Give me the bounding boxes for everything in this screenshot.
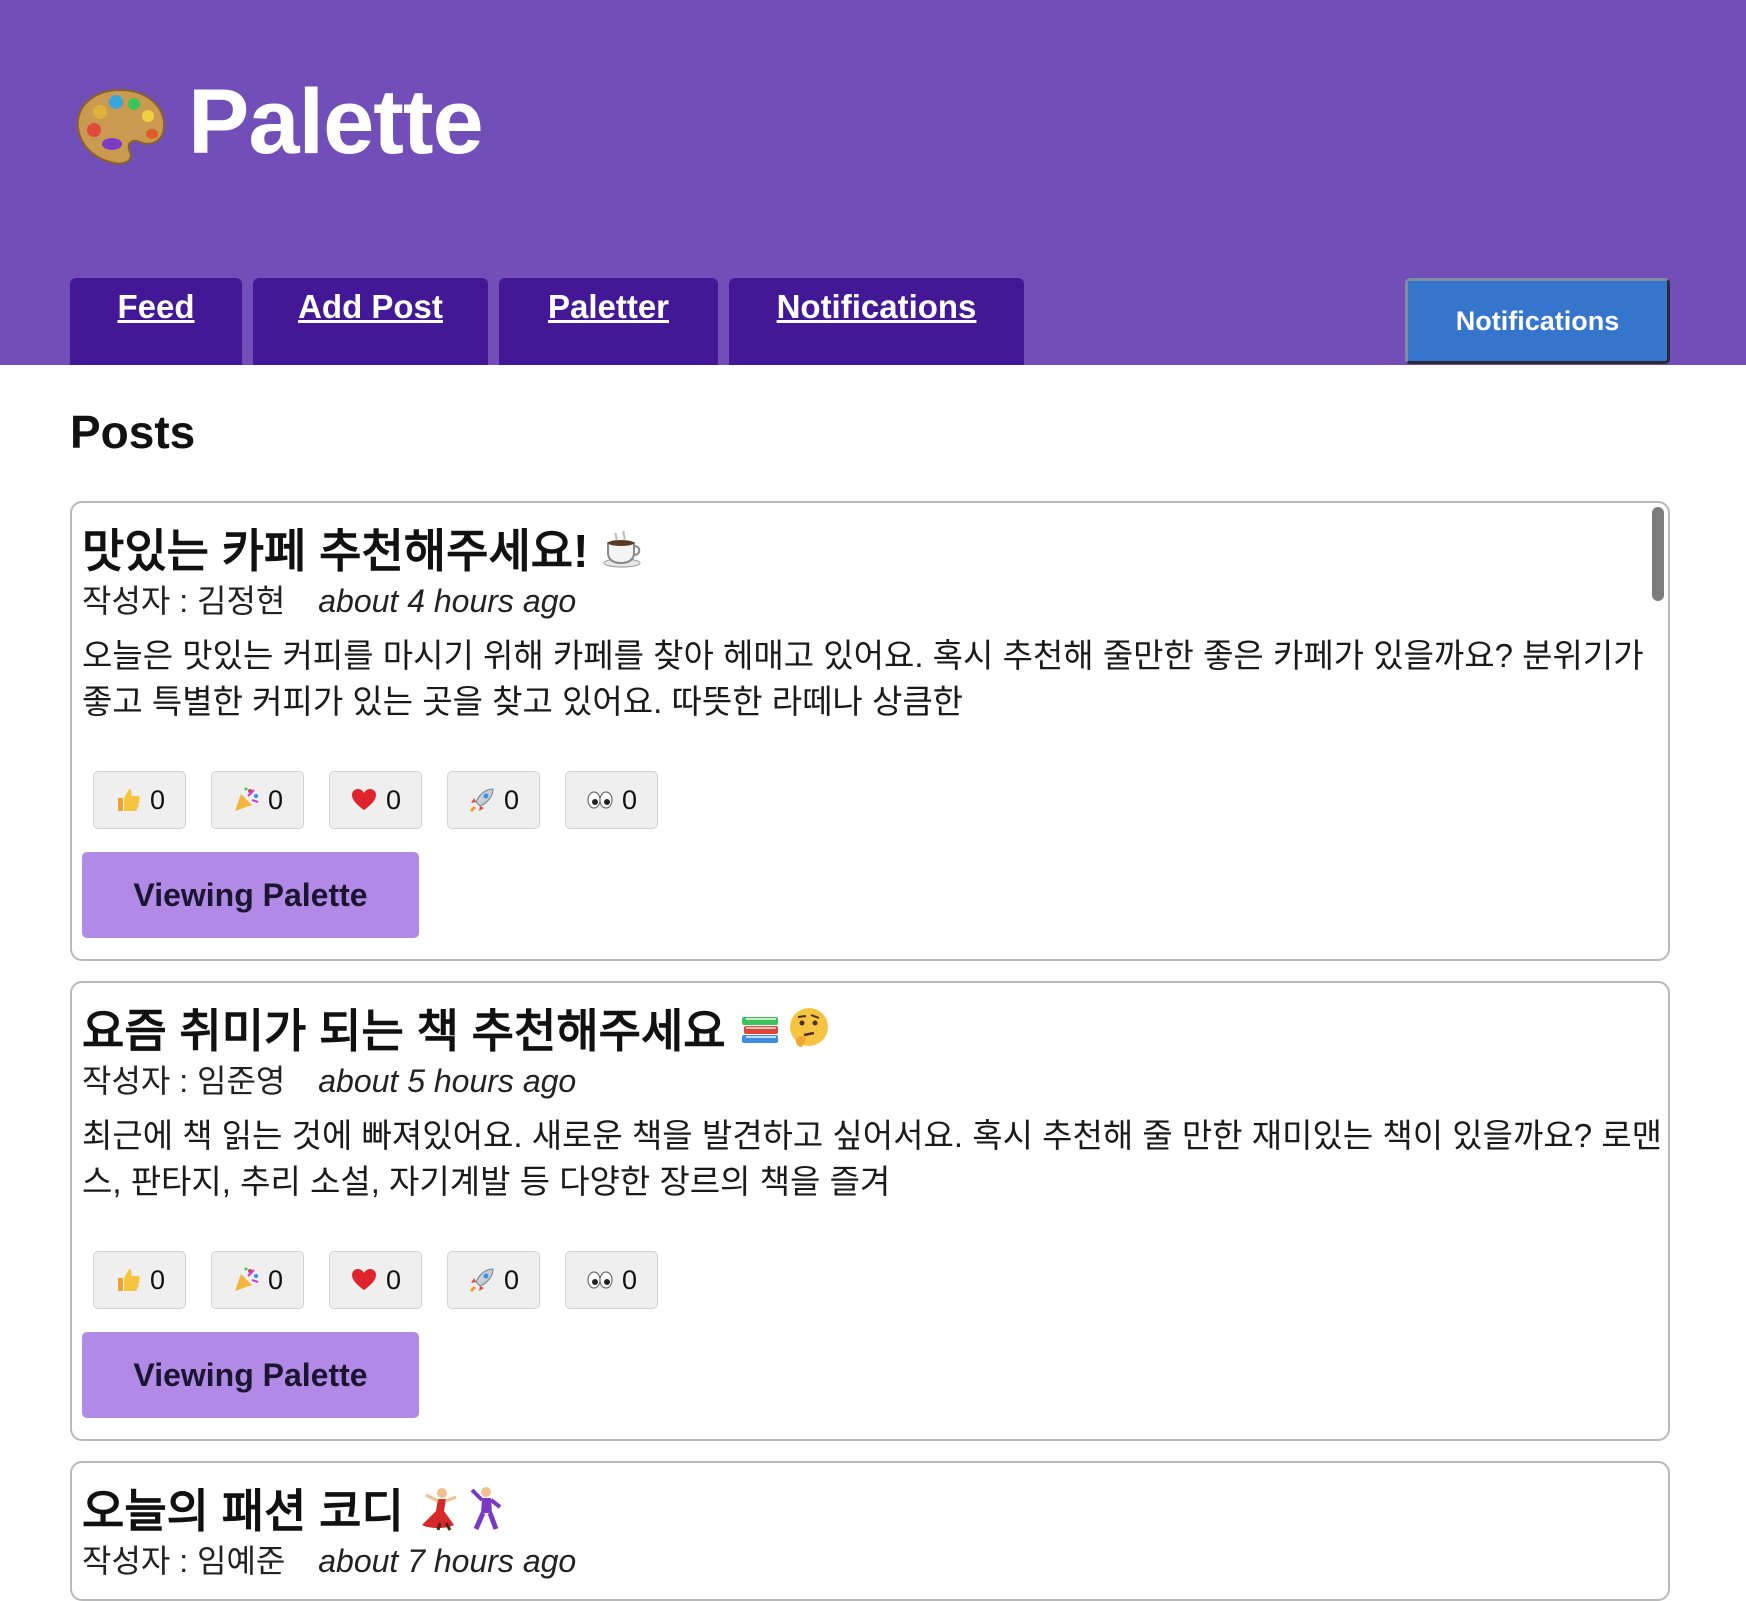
author-prefix: 작성자 : bbox=[82, 1063, 197, 1099]
reaction-count: 0 bbox=[149, 784, 166, 815]
tab-paletter[interactable]: Paletter bbox=[499, 278, 718, 365]
reaction-rocket[interactable]: 0 bbox=[447, 1251, 540, 1309]
author-name: 임준영 bbox=[197, 1063, 286, 1099]
reaction-eyes[interactable]: 0 bbox=[565, 771, 658, 829]
post-title-text: 맛있는 카페 추천해주세요! bbox=[82, 525, 589, 577]
reaction-count: 0 bbox=[385, 1264, 402, 1295]
reaction-count: 0 bbox=[149, 1264, 166, 1295]
man-dancing-icon bbox=[464, 1485, 510, 1531]
rocket-icon bbox=[469, 788, 494, 813]
reaction-eyes[interactable]: 0 bbox=[565, 1251, 658, 1309]
scrollbar[interactable] bbox=[1652, 507, 1664, 601]
palette-icon bbox=[76, 88, 166, 165]
author-name: 김정현 bbox=[197, 583, 286, 619]
author-name: 임예준 bbox=[197, 1543, 286, 1579]
post-title: 맛있는 카페 추천해주세요! bbox=[82, 515, 646, 581]
coffee-icon bbox=[600, 525, 646, 571]
reaction-count: 0 bbox=[503, 1264, 520, 1295]
viewing-palette-button[interactable]: Viewing Palette bbox=[82, 1332, 419, 1418]
post-meta: 작성자 : 임준영 about 5 hours ago bbox=[82, 1056, 576, 1102]
post-meta: 작성자 : 임예준 about 7 hours ago bbox=[82, 1536, 576, 1582]
post-body: 최근에 책 읽는 것에 빠져있어요. 새로운 책을 발견하고 싶어서요. 혹시 … bbox=[82, 1117, 1662, 1200]
reaction-heart[interactable]: 0 bbox=[329, 771, 422, 829]
notifications-button[interactable]: Notifications bbox=[1405, 278, 1670, 364]
eyes-icon bbox=[587, 791, 613, 809]
dancer-icon bbox=[416, 1485, 462, 1531]
heart-icon bbox=[351, 1269, 376, 1290]
reaction-count: 0 bbox=[621, 1264, 638, 1295]
reaction-count: 0 bbox=[503, 784, 520, 815]
post-time: about 5 hours ago bbox=[318, 1063, 577, 1099]
heart-icon bbox=[351, 789, 376, 810]
eyes-icon bbox=[587, 1271, 613, 1289]
reaction-count: 0 bbox=[267, 784, 284, 815]
reaction-bar: 0 0 0 0 0 bbox=[93, 771, 683, 829]
reaction-bar: 0 0 0 0 0 bbox=[93, 1251, 683, 1309]
post-body: 오늘은 맛있는 커피를 마시기 위해 카페를 찾아 헤매고 있어요. 혹시 추천… bbox=[82, 637, 1644, 720]
viewing-palette-button[interactable]: Viewing Palette bbox=[82, 852, 419, 938]
tab-add-post[interactable]: Add Post bbox=[253, 278, 488, 365]
reaction-count: 0 bbox=[385, 784, 402, 815]
tab-notifications[interactable]: Notifications bbox=[729, 278, 1024, 365]
post-card: 맛있는 카페 추천해주세요! 작성자 : 김정현 about 4 hours a… bbox=[70, 501, 1670, 961]
brand: Palette bbox=[70, 62, 484, 182]
reaction-thumbs-up[interactable]: 0 bbox=[93, 1251, 186, 1309]
post-title-text: 오늘의 패션 코디 bbox=[82, 1485, 404, 1537]
reaction-heart[interactable]: 0 bbox=[329, 1251, 422, 1309]
post-title: 요즘 취미가 되는 책 추천해주세요 bbox=[82, 995, 832, 1061]
main-nav: Feed Add Post Paletter Notifications bbox=[70, 278, 1035, 365]
tab-feed[interactable]: Feed bbox=[70, 278, 242, 365]
page-title: Posts bbox=[70, 406, 196, 458]
app-title: Palette bbox=[188, 70, 484, 173]
books-icon bbox=[738, 1005, 784, 1051]
author-prefix: 작성자 : bbox=[82, 1543, 197, 1579]
app-header: Palette Feed Add Post Paletter Notificat… bbox=[0, 0, 1746, 365]
post-title: 오늘의 패션 코디 bbox=[82, 1475, 510, 1541]
post-card: 오늘의 패션 코디 작성자 : 임예준 about 7 hours ago bbox=[70, 1461, 1670, 1601]
post-time: about 7 hours ago bbox=[318, 1543, 577, 1579]
post-time: about 4 hours ago bbox=[318, 583, 577, 619]
reaction-party[interactable]: 0 bbox=[211, 1251, 304, 1309]
thumbs-up-icon bbox=[117, 789, 140, 811]
thinking-face-icon bbox=[786, 1005, 832, 1051]
rocket-icon bbox=[469, 1268, 494, 1293]
reaction-count: 0 bbox=[267, 1264, 284, 1295]
party-popper-icon bbox=[234, 1267, 259, 1291]
post-title-text: 요즘 취미가 되는 책 추천해주세요 bbox=[82, 1005, 726, 1057]
reaction-party[interactable]: 0 bbox=[211, 771, 304, 829]
reaction-thumbs-up[interactable]: 0 bbox=[93, 771, 186, 829]
post-meta: 작성자 : 김정현 about 4 hours ago bbox=[82, 576, 576, 622]
thumbs-up-icon bbox=[117, 1269, 140, 1291]
party-popper-icon bbox=[234, 787, 259, 811]
reaction-count: 0 bbox=[621, 784, 638, 815]
post-card: 요즘 취미가 되는 책 추천해주세요 작성자 : 임준영 about 5 hou… bbox=[70, 981, 1670, 1441]
author-prefix: 작성자 : bbox=[82, 583, 197, 619]
reaction-rocket[interactable]: 0 bbox=[447, 771, 540, 829]
